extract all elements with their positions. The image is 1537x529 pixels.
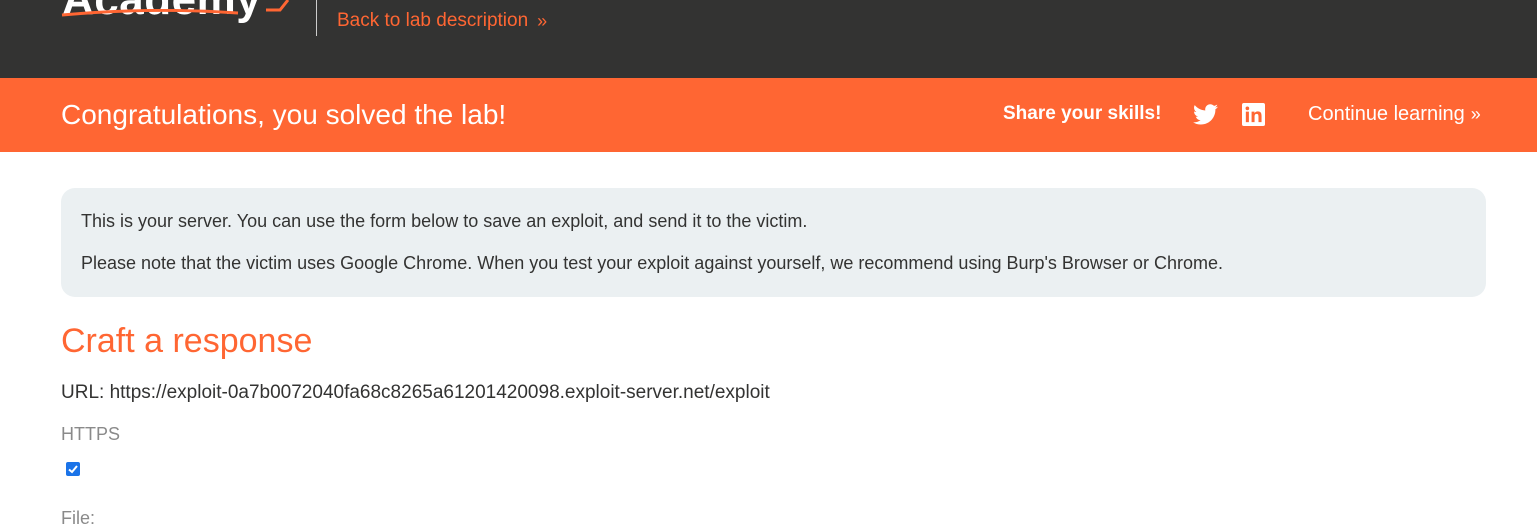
server-info-notice: This is your server. You can use the for…: [61, 188, 1486, 297]
https-checkbox[interactable]: [66, 462, 80, 476]
exploit-url-text: URL: https://exploit-0a7b0072040fa68c826…: [61, 382, 770, 403]
double-chevron-right-icon: »: [537, 10, 548, 31]
banner-title: Congratulations, you solved the lab!: [61, 99, 507, 130]
top-navigation-bar: Academy Back to lab description »: [0, 0, 1537, 78]
back-link-label: Back to lab description: [337, 10, 529, 31]
double-chevron-right-icon: »: [1470, 104, 1481, 124]
share-skills-label: Share your skills!: [1003, 103, 1162, 124]
continue-learning-link[interactable]: Continue learning »: [1308, 103, 1481, 126]
craft-response-heading: Craft a response: [61, 322, 313, 360]
continue-learning-label: Continue learning: [1308, 103, 1465, 125]
twitter-icon[interactable]: [1193, 104, 1218, 125]
info-text-line-1: This is your server. You can use the for…: [81, 211, 808, 231]
logo-underline-swoosh: [61, 9, 239, 17]
info-text-line-2: Please note that the victim uses Google …: [81, 253, 1223, 273]
back-to-lab-description-link[interactable]: Back to lab description »: [337, 10, 547, 32]
lab-solved-banner: Congratulations, you solved the lab! Sha…: [0, 78, 1537, 152]
https-label: HTTPS: [61, 424, 121, 444]
file-label: File:: [61, 508, 96, 528]
header-divider: [316, 0, 317, 36]
checkmark-icon: [68, 465, 78, 474]
logo-arrow-icon: [266, 0, 290, 12]
linkedin-icon[interactable]: [1242, 103, 1265, 126]
